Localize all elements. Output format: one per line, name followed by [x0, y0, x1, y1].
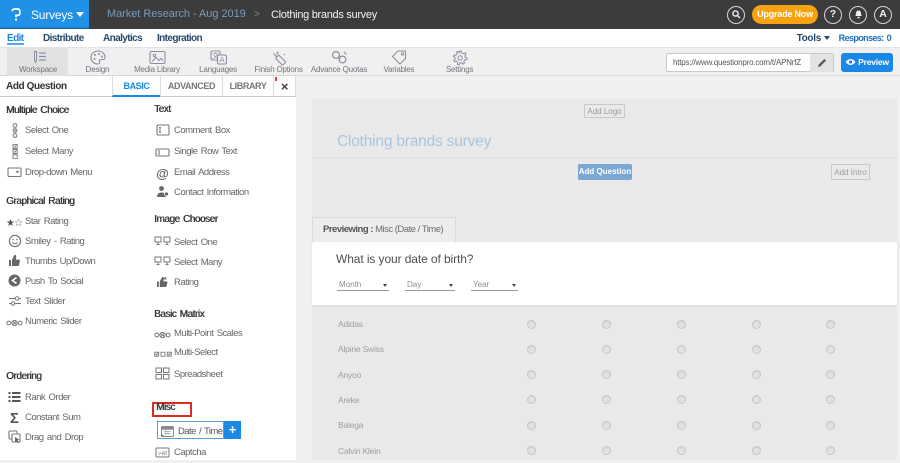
- svg-text:A: A: [219, 55, 224, 64]
- svg-text:★: ★: [163, 276, 168, 282]
- svg-text:v48: v48: [158, 450, 167, 457]
- svg-text:☆: ☆: [14, 218, 23, 227]
